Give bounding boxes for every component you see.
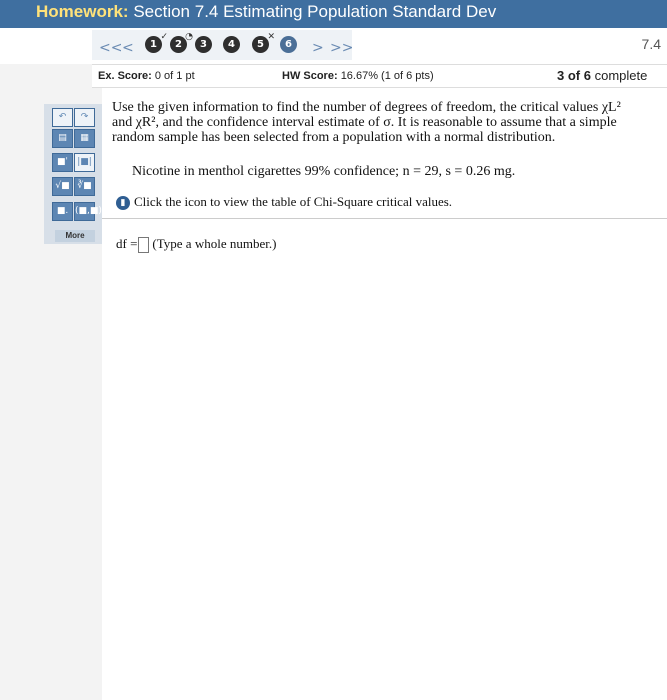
nth-root-icon[interactable]: ∛■: [74, 177, 95, 196]
undo-icon[interactable]: ↶: [52, 108, 73, 127]
homework-title: Homework: Section 7.4 Estimating Populat…: [36, 2, 496, 22]
first-question-button[interactable]: <<: [99, 40, 122, 56]
section-number: 7.4: [641, 36, 661, 52]
hw-score-value: 16.67% (1 of 6 pts): [340, 70, 434, 82]
df-hint: (Type a whole number.): [152, 236, 277, 251]
question-line-2: and χR², and the confidence interval est…: [112, 115, 617, 130]
chi-square-table-link[interactable]: ▮ Click the icon to view the table of Chi…: [116, 194, 453, 211]
question-4-button[interactable]: 4: [223, 36, 240, 53]
title-text: Section 7.4 Estimating Population Standa…: [133, 2, 497, 21]
progress-count: 3 of 6: [557, 68, 591, 83]
exponent-icon[interactable]: ■ˈ: [52, 153, 73, 172]
question-line-3: random sample has been selected from a p…: [112, 130, 556, 145]
question-5-button[interactable]: 5 ✕: [252, 32, 275, 53]
score-bar: Ex. Score: 0 of 1 pt HW Score: 16.67% (1…: [92, 64, 667, 88]
table-info-icon[interactable]: ▮: [116, 196, 130, 211]
question-3-label: 3: [200, 39, 207, 50]
next-question-button[interactable]: >: [312, 40, 324, 56]
ex-score-label: Ex. Score:: [98, 70, 152, 82]
check-icon: ✓: [160, 32, 168, 42]
progress-word: complete: [594, 68, 648, 83]
exercise-score: Ex. Score: 0 of 1 pt: [98, 70, 195, 82]
df-answer-row: df = (Type a whole number.): [116, 236, 277, 254]
homework-score: HW Score: 16.67% (1 of 6 pts): [282, 70, 434, 82]
incorrect-icon: ✕: [267, 32, 275, 42]
question-panel: Use the given information to find the nu…: [102, 88, 667, 700]
question-line-1: Use the given information to find the nu…: [112, 100, 621, 115]
question-text: Use the given information to find the nu…: [112, 100, 657, 145]
title-bar: Homework: Section 7.4 Estimating Populat…: [0, 0, 667, 28]
fraction-icon[interactable]: ▤: [52, 129, 73, 148]
question-3-button[interactable]: 3: [195, 36, 212, 53]
question-1-label: 1: [150, 39, 157, 50]
progress-status: 3 of 6 complete: [557, 68, 647, 83]
more-tools-button[interactable]: More: [55, 230, 95, 242]
question-2-button[interactable]: 2 ◔: [170, 32, 193, 53]
title-label: Homework:: [36, 2, 129, 21]
section-divider: [102, 218, 667, 219]
math-palette: ↶ ↷ ▤ ▦ ■ˈ |■| √■ ∛■ ■. (■,■): [44, 104, 102, 244]
question-navigation: << < 1 ✓ 2 ◔ 3 4 5 ✕ 6 > >>: [0, 28, 667, 64]
partial-icon: ◔: [185, 32, 193, 42]
interval-icon[interactable]: (■,■): [74, 202, 102, 221]
table-link-text: Click the icon to view the table of Chi-…: [134, 194, 453, 209]
question-6-label: 6: [285, 39, 292, 50]
absolute-value-icon[interactable]: |■|: [74, 153, 95, 172]
df-answer-input[interactable]: [138, 237, 150, 254]
previous-question-button[interactable]: <: [122, 40, 134, 56]
question-2-label: 2: [175, 39, 182, 50]
df-label: df =: [116, 236, 138, 251]
question-1-button[interactable]: 1 ✓: [145, 32, 168, 53]
ex-score-value: 0 of 1 pt: [154, 70, 195, 82]
question-4-label: 4: [228, 39, 235, 50]
square-root-icon[interactable]: √■: [52, 177, 73, 196]
given-data: Nicotine in menthol cigarettes 99% confi…: [132, 164, 516, 179]
last-question-button[interactable]: >>: [330, 40, 353, 56]
question-6-button[interactable]: 6: [280, 36, 297, 53]
hw-score-label: HW Score:: [282, 70, 338, 82]
decimal-icon[interactable]: ■.: [52, 202, 73, 221]
mixed-number-icon[interactable]: ▦: [74, 129, 95, 148]
question-5-label: 5: [257, 39, 264, 50]
redo-icon[interactable]: ↷: [74, 108, 95, 127]
